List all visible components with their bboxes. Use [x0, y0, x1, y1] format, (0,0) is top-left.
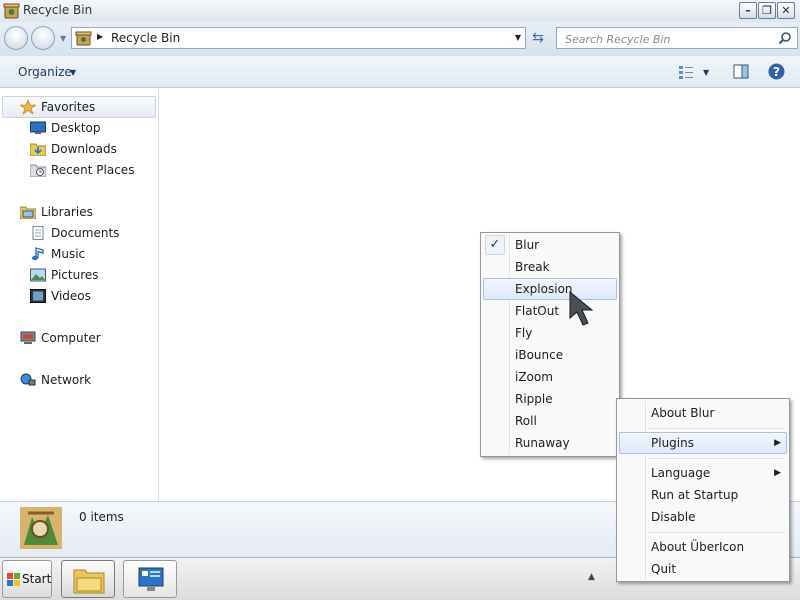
address-bar[interactable]: ▶ Recycle Bin ▼ — [71, 27, 526, 49]
breadcrumb-arrow-icon[interactable]: ▶ — [97, 32, 103, 41]
control-panel-icon — [138, 567, 164, 591]
organize-arrow-icon[interactable]: ▼ — [70, 68, 76, 77]
downloads-folder-icon — [30, 143, 46, 156]
menu-item-blur[interactable]: ✓ Blur — [483, 234, 617, 256]
star-icon — [20, 100, 36, 114]
navigation-pane: Favorites Desktop Downloads Recent Place… — [0, 88, 159, 501]
svg-text:?: ? — [773, 65, 780, 79]
item-count: 0 items — [79, 510, 124, 524]
refresh-icon[interactable]: ⇆ — [527, 27, 549, 49]
views-icon[interactable] — [678, 64, 694, 80]
menu-item-run-at-startup[interactable]: Run at Startup — [619, 484, 787, 506]
menu-separator — [649, 428, 785, 430]
back-button[interactable] — [4, 26, 28, 50]
network-icon — [20, 373, 36, 386]
libraries-icon — [20, 206, 36, 219]
menu-item-disable[interactable]: Disable — [619, 506, 787, 528]
menu-item-ibounce[interactable]: iBounce — [483, 344, 617, 366]
address-dropdown-icon[interactable]: ▼ — [515, 33, 521, 42]
folder-icon — [73, 569, 105, 594]
menu-item-roll[interactable]: Roll — [483, 410, 617, 432]
menu-item-flatout[interactable]: FlatOut — [483, 300, 617, 322]
restore-button[interactable]: ❐ — [758, 2, 776, 19]
forward-button[interactable] — [31, 26, 55, 50]
menu-item-izoom[interactable]: iZoom — [483, 366, 617, 388]
submenu-arrow-icon: ▶ — [774, 438, 781, 448]
pictures-icon — [30, 268, 46, 282]
menu-item-language[interactable]: Language ▶ — [619, 462, 787, 484]
menu-item-fly[interactable]: Fly — [483, 322, 617, 344]
preview-pane-icon[interactable] — [733, 64, 749, 79]
minimize-button[interactable]: – — [739, 2, 757, 19]
search-input[interactable] — [563, 30, 777, 48]
windows-flag-icon — [7, 573, 20, 586]
videos-icon — [30, 289, 46, 303]
menu-separator — [649, 532, 785, 534]
organize-button[interactable]: Organize — [18, 65, 72, 79]
command-bar: Organize ▼ ▼ ? — [0, 56, 800, 88]
title-bar[interactable]: Recycle Bin – ❐ ✕ — [0, 0, 800, 22]
menu-item-about-blur[interactable]: About Blur — [619, 402, 787, 424]
tray-context-menu: About Blur Plugins ▶ Language ▶ Run at S… — [616, 398, 790, 582]
submenu-arrow-icon: ▶ — [774, 468, 781, 478]
menu-item-explosion[interactable]: Explosion — [483, 278, 617, 300]
help-icon[interactable]: ? — [768, 63, 785, 80]
menu-item-break[interactable]: Break — [483, 256, 617, 278]
window-title: Recycle Bin — [23, 3, 93, 17]
recycle-bin-icon — [3, 3, 20, 19]
address-row: ▼ ▶ Recycle Bin ▼ ⇆ — [0, 22, 800, 56]
tray-arrow-icon[interactable]: ▲ — [588, 572, 595, 582]
menu-item-runaway[interactable]: Runaway — [483, 432, 617, 454]
recent-pages-arrow-icon[interactable]: ▼ — [60, 34, 66, 43]
recycle-bin-icon — [75, 31, 92, 46]
computer-icon — [20, 331, 36, 344]
views-arrow-icon[interactable]: ▼ — [703, 68, 709, 77]
breadcrumb[interactable]: Recycle Bin — [111, 31, 180, 45]
start-button[interactable]: Start — [2, 560, 52, 598]
taskbar-control-panel-button[interactable] — [123, 560, 177, 598]
search-icon[interactable] — [778, 31, 792, 45]
check-icon: ✓ — [485, 235, 505, 255]
menu-item-ripple[interactable]: Ripple — [483, 388, 617, 410]
recycle-bin-large-icon — [20, 507, 62, 549]
taskbar-explorer-button[interactable] — [61, 560, 115, 598]
close-button[interactable]: ✕ — [777, 2, 795, 19]
menu-item-about-ubericon[interactable]: About ÜberIcon — [619, 536, 787, 558]
music-icon — [32, 247, 44, 261]
desktop-icon — [30, 121, 46, 134]
menu-item-plugins[interactable]: Plugins ▶ — [619, 432, 787, 454]
menu-item-quit[interactable]: Quit — [619, 558, 787, 580]
menu-separator — [649, 458, 785, 460]
recent-places-icon — [30, 164, 46, 177]
documents-icon — [32, 226, 44, 240]
search-box — [556, 27, 798, 49]
plugins-submenu: ✓ Blur Break Explosion FlatOut Fly iBoun… — [480, 232, 620, 457]
mouse-cursor-icon — [569, 290, 594, 326]
